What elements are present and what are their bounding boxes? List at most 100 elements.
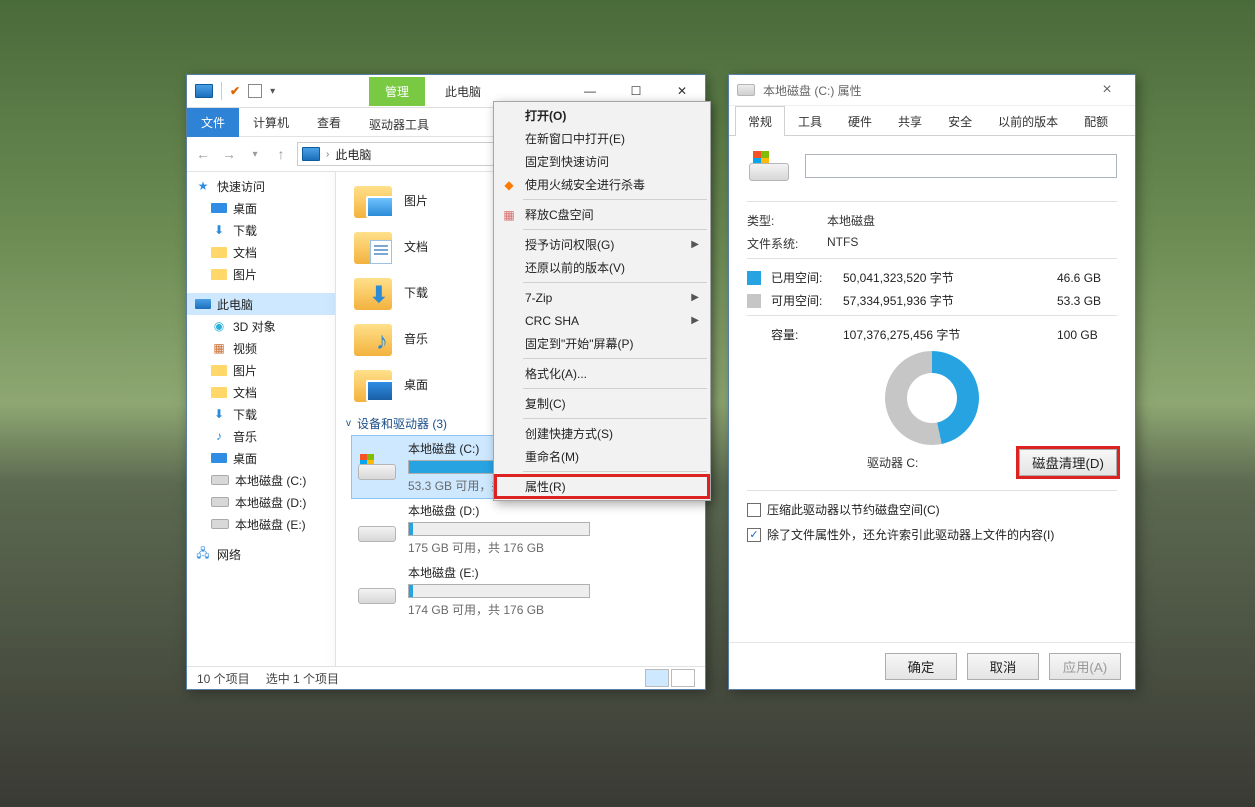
tree-documents[interactable]: 文档 <box>187 241 335 263</box>
tab-previous-versions[interactable]: 以前的版本 <box>985 106 1071 136</box>
ribbon-tab-view[interactable]: 查看 <box>303 108 355 137</box>
nav-buttons: ← → ▾ ↑ <box>187 143 297 165</box>
tree-pictures[interactable]: 图片 <box>187 263 335 285</box>
ctx-properties[interactable]: 属性(R) <box>495 475 709 498</box>
ctx-separator <box>523 229 707 230</box>
tree-pictures-pc[interactable]: 图片 <box>187 359 335 381</box>
nav-forward-icon[interactable]: → <box>217 143 241 165</box>
tree-downloads-pc[interactable]: ⬇下载 <box>187 403 335 425</box>
tab-tools[interactable]: 工具 <box>785 106 835 136</box>
pc-icon <box>195 299 211 309</box>
tree-music[interactable]: ♪音乐 <box>187 425 335 447</box>
ribbon-context-tab-manage[interactable]: 管理 <box>369 77 425 106</box>
chevron-down-icon: v <box>346 418 351 429</box>
folder-icon <box>352 228 394 264</box>
tab-sharing[interactable]: 共享 <box>885 106 935 136</box>
ctx-restore-previous[interactable]: 还原以前的版本(V) <box>495 256 709 279</box>
tree-desktop-pc[interactable]: 桌面 <box>187 447 335 469</box>
dialog-titlebar[interactable]: 本地磁盘 (C:) 属性 × <box>729 75 1135 106</box>
tree-disk-d[interactable]: 本地磁盘 (D:) <box>187 491 335 513</box>
tab-general[interactable]: 常规 <box>735 106 785 136</box>
breadcrumb-item[interactable]: 此电脑 <box>335 146 371 163</box>
tree-videos[interactable]: ▦视频 <box>187 337 335 359</box>
tree-desktop[interactable]: 桌面 <box>187 197 335 219</box>
tab-security[interactable]: 安全 <box>935 106 985 136</box>
drive-e[interactable]: 本地磁盘 (E:) 174 GB 可用，共 176 GB <box>352 560 695 622</box>
ribbon-tab-computer[interactable]: 计算机 <box>239 108 303 137</box>
disk-icon <box>211 475 229 485</box>
view-details-button[interactable] <box>645 669 669 687</box>
ctx-rename[interactable]: 重命名(M) <box>495 445 709 468</box>
drive-letter-label: 驱动器 C: <box>867 454 918 471</box>
disk-cleanup-button[interactable]: 磁盘清理(D) <box>1019 449 1117 476</box>
checkbox-icon[interactable]: ✓ <box>747 528 761 542</box>
star-icon: ★ <box>195 179 211 193</box>
context-menu: 打开(O) 在新窗口中打开(E) 固定到快速访问 ◆使用火绒安全进行杀毒 ▦释放… <box>493 101 711 501</box>
qat-button[interactable] <box>248 84 262 98</box>
status-bar: 10 个项目 选中 1 个项目 <box>187 666 705 689</box>
ribbon-tab-drive-tools[interactable]: 驱动器工具 <box>355 108 443 139</box>
ctx-huorong-scan[interactable]: ◆使用火绒安全进行杀毒 <box>495 173 709 196</box>
tree-disk-e[interactable]: 本地磁盘 (E:) <box>187 513 335 535</box>
ctx-create-shortcut[interactable]: 创建快捷方式(S) <box>495 422 709 445</box>
checkbox-icon[interactable] <box>747 503 761 517</box>
disk-icon <box>211 497 229 507</box>
documents-icon <box>211 247 227 258</box>
compress-checkbox-row[interactable]: 压缩此驱动器以节约磁盘空间(C) <box>747 501 1117 518</box>
qat-dropdown-icon[interactable]: ▾ <box>270 86 275 97</box>
dialog-buttons: 确定 取消 应用(A) <box>729 642 1135 689</box>
free-space-row: 可用空间: 57,334,951,936 字节 53.3 GB <box>747 292 1117 309</box>
ctx-grant-access[interactable]: 授予访问权限(G)▶ <box>495 233 709 256</box>
folder-icon: ♪ <box>352 320 394 356</box>
tree-downloads[interactable]: ⬇下载 <box>187 219 335 241</box>
ctx-crc-sha[interactable]: CRC SHA▶ <box>495 309 709 332</box>
separator <box>747 315 1117 316</box>
index-checkbox-row[interactable]: ✓ 除了文件属性外，还允许索引此驱动器上文件的内容(I) <box>747 526 1117 543</box>
apply-button[interactable]: 应用(A) <box>1049 653 1121 680</box>
ctx-open[interactable]: 打开(O) <box>495 104 709 127</box>
documents-icon <box>211 387 227 398</box>
drive-d[interactable]: 本地磁盘 (D:) 175 GB 可用，共 176 GB <box>352 498 695 560</box>
tree-quick-access[interactable]: ★快速访问 <box>187 175 335 197</box>
music-icon: ♪ <box>211 429 227 443</box>
disk-icon <box>747 149 791 183</box>
nav-up-icon[interactable]: ↑ <box>269 143 293 165</box>
ctx-pin-start[interactable]: 固定到"开始"屏幕(P) <box>495 332 709 355</box>
ctx-free-c-space[interactable]: ▦释放C盘空间 <box>495 203 709 226</box>
volume-label-input[interactable] <box>805 154 1117 178</box>
tab-hardware[interactable]: 硬件 <box>835 106 885 136</box>
drive-name: 本地磁盘 (E:) <box>408 564 691 581</box>
ctx-separator <box>523 358 707 359</box>
type-value: 本地磁盘 <box>827 212 1117 229</box>
tree-3d-objects[interactable]: ◉3D 对象 <box>187 315 335 337</box>
view-tiles-button[interactable] <box>671 669 695 687</box>
ctx-7zip[interactable]: 7-Zip▶ <box>495 286 709 309</box>
tab-quota[interactable]: 配额 <box>1071 106 1121 136</box>
tree-disk-c[interactable]: 本地磁盘 (C:) <box>187 469 335 491</box>
disk-icon <box>356 576 398 606</box>
tree-documents-pc[interactable]: 文档 <box>187 381 335 403</box>
ctx-copy[interactable]: 复制(C) <box>495 392 709 415</box>
tree-this-pc[interactable]: 此电脑 <box>187 293 335 315</box>
nav-back-icon[interactable]: ← <box>191 143 215 165</box>
ctx-separator <box>523 388 707 389</box>
shield-icon: ◆ <box>501 177 517 193</box>
drive-name: 本地磁盘 (D:) <box>408 502 691 519</box>
close-button[interactable]: × <box>1087 81 1127 99</box>
submenu-arrow-icon: ▶ <box>691 292 699 303</box>
checkmark-icon[interactable]: ✔ <box>230 84 240 98</box>
ctx-separator <box>523 471 707 472</box>
ctx-format[interactable]: 格式化(A)... <box>495 362 709 385</box>
usage-bar <box>408 584 590 598</box>
nav-tree[interactable]: ★快速访问 桌面 ⬇下载 文档 图片 此电脑 ◉3D 对象 ▦视频 图片 文档 … <box>187 171 336 667</box>
nav-history-icon[interactable]: ▾ <box>243 143 267 165</box>
ctx-pin-quick-access[interactable]: 固定到快速访问 <box>495 150 709 173</box>
ctx-open-new-window[interactable]: 在新窗口中打开(E) <box>495 127 709 150</box>
ok-button[interactable]: 确定 <box>885 653 957 680</box>
folder-icon <box>352 182 394 218</box>
drive-caption: 174 GB 可用，共 176 GB <box>408 601 691 618</box>
cancel-button[interactable]: 取消 <box>967 653 1039 680</box>
ribbon-tab-file[interactable]: 文件 <box>187 108 239 137</box>
tree-network[interactable]: 🖧网络 <box>187 543 335 565</box>
network-icon: 🖧 <box>195 547 211 561</box>
